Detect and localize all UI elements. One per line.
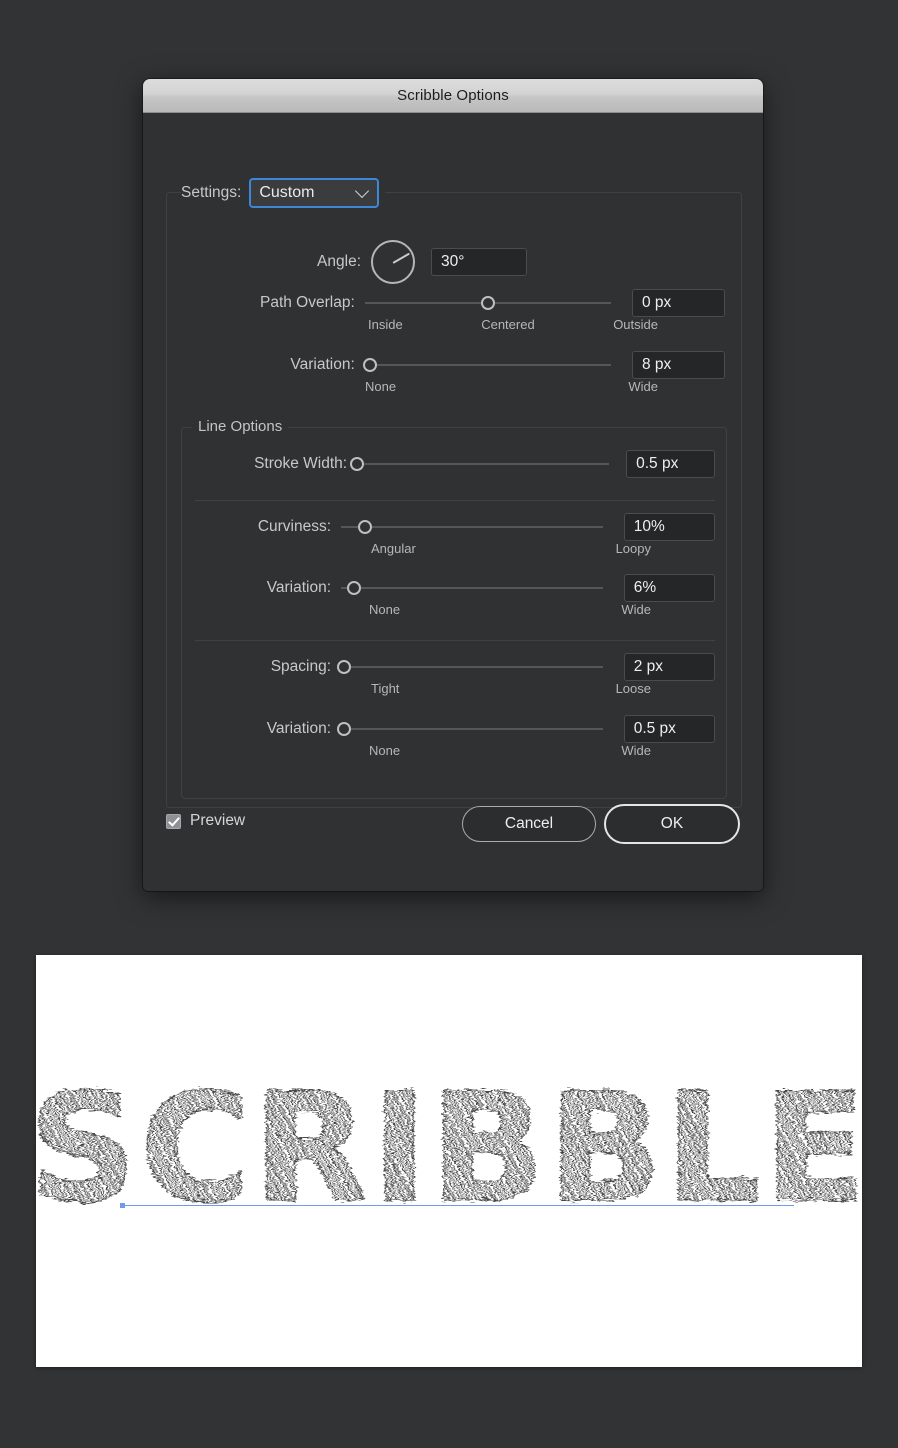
spacing-variation-ticks: None Wide: [369, 743, 651, 758]
stroke-width-value: 0.5 px: [636, 455, 679, 472]
spacing-value: 2 px: [633, 658, 664, 675]
dialog-titlebar: Scribble Options: [143, 79, 763, 113]
spacing-label: Spacing:: [270, 658, 332, 675]
slider-handle[interactable]: [362, 358, 377, 372]
slider-handle[interactable]: [480, 296, 495, 310]
line-options-title: Line Options: [192, 418, 289, 435]
path-overlap-variation-ticks: None Wide: [365, 379, 658, 394]
artwork-canvas[interactable]: SCRIBBLE SCRIBBLE: [36, 955, 862, 1367]
curviness-input[interactable]: 10%: [623, 513, 715, 541]
spacing-variation-value: 0.5 px: [633, 720, 676, 737]
tick-none: None: [369, 743, 401, 758]
tick-wide: Wide: [621, 602, 651, 617]
slider-handle[interactable]: [336, 660, 351, 674]
scribble-options-dialog: Scribble Options Settings: Custom Angle:: [143, 79, 763, 891]
curviness-value: 10%: [633, 518, 665, 535]
spacing-row: Spacing: 2 px: [195, 653, 715, 681]
tick-angular: Angular: [371, 541, 416, 556]
angle-value: 30°: [441, 253, 465, 270]
slider-handle[interactable]: [357, 520, 372, 534]
angle-row: Angle: 30°: [181, 239, 527, 285]
path-overlap-value: 0 px: [641, 294, 672, 311]
preview-checkbox[interactable]: [166, 813, 181, 829]
settings-row: Settings: Custom: [181, 178, 386, 208]
curviness-row: Curviness: 10%: [195, 513, 715, 541]
slider-track: [357, 463, 610, 465]
tick-inside: Inside: [368, 317, 403, 332]
curviness-variation-slider[interactable]: [341, 579, 603, 597]
slider-track: [341, 587, 603, 589]
slider-track: [341, 526, 603, 528]
divider-2: [195, 640, 715, 641]
slider-track: [364, 364, 611, 366]
spacing-variation-row: Variation: 0.5 px: [195, 715, 715, 743]
scribble-artwork: SCRIBBLE SCRIBBLE: [36, 1061, 862, 1236]
angle-dial-icon[interactable]: [371, 240, 415, 284]
text-path-baseline: [120, 1203, 794, 1208]
curviness-slider[interactable]: [341, 518, 603, 536]
svg-text:SCRIBBLE: SCRIBBLE: [36, 1062, 862, 1236]
tick-centered: Centered: [481, 317, 535, 332]
angle-label: Angle:: [317, 253, 361, 270]
tick-tight: Tight: [371, 681, 400, 696]
path-overlap-ticks: Inside Centered Outside: [368, 317, 658, 332]
slider-handle[interactable]: [350, 457, 365, 471]
slider-track: [341, 666, 603, 668]
preview-label: Preview: [190, 812, 246, 829]
slider-handle[interactable]: [336, 722, 351, 736]
curviness-variation-label: Variation:: [266, 579, 332, 596]
path-overlap-label: Path Overlap:: [259, 294, 355, 311]
path-overlap-variation-value: 8 px: [641, 356, 672, 373]
preview-checkbox-group[interactable]: Preview: [166, 812, 245, 830]
spacing-variation-label: Variation:: [266, 720, 332, 737]
settings-select-value: Custom: [259, 184, 315, 201]
spacing-variation-slider[interactable]: [336, 720, 603, 738]
path-overlap-variation-slider[interactable]: [362, 356, 611, 374]
curviness-variation-row: Variation: 6%: [195, 574, 715, 602]
path-overlap-slider[interactable]: [364, 294, 611, 312]
stroke-width-input[interactable]: 0.5 px: [626, 450, 715, 478]
tick-wide: Wide: [628, 379, 658, 394]
curviness-ticks: Angular Loopy: [371, 541, 651, 556]
cancel-button[interactable]: Cancel: [462, 806, 596, 842]
tick-none: None: [365, 379, 397, 394]
path-overlap-variation-label: Variation:: [290, 356, 355, 373]
curviness-variation-ticks: None Wide: [369, 602, 651, 617]
dialog-body: Settings: Custom Angle: 30° Path Overlap…: [143, 113, 763, 891]
spacing-slider[interactable]: [336, 658, 603, 676]
ok-button[interactable]: OK: [604, 804, 740, 844]
curviness-variation-input[interactable]: 6%: [623, 574, 715, 602]
slider-track: [341, 728, 603, 730]
path-overlap-variation-input[interactable]: 8 px: [631, 351, 725, 379]
tick-outside: Outside: [613, 317, 658, 332]
divider-1: [195, 500, 715, 501]
spacing-ticks: Tight Loose: [371, 681, 651, 696]
settings-select[interactable]: Custom: [249, 178, 380, 208]
angle-input[interactable]: 30°: [431, 248, 527, 276]
spacing-variation-input[interactable]: 0.5 px: [623, 715, 715, 743]
tick-loose: Loose: [615, 681, 651, 696]
curviness-variation-value: 6%: [633, 579, 657, 596]
tick-wide: Wide: [621, 743, 651, 758]
settings-label: Settings:: [181, 184, 242, 201]
curviness-label: Curviness:: [257, 518, 332, 535]
tick-loopy: Loopy: [615, 541, 651, 556]
path-overlap-input[interactable]: 0 px: [631, 289, 725, 317]
slider-handle[interactable]: [347, 581, 362, 595]
stroke-width-slider[interactable]: [350, 455, 610, 473]
stroke-width-label: Stroke Width:: [254, 455, 348, 472]
path-overlap-variation-row: Variation: 8 px: [181, 351, 725, 379]
dialog-title: Scribble Options: [397, 87, 509, 104]
tick-none: None: [369, 602, 401, 617]
chevron-down-icon: [355, 183, 370, 199]
scribble-text-glyphs: SCRIBBLE SCRIBBLE: [36, 1061, 862, 1236]
path-overlap-row: Path Overlap: 0 px: [181, 289, 725, 317]
screen: Scribble Options Settings: Custom Angle:: [0, 0, 898, 1448]
angle-dial-needle: [392, 252, 410, 264]
spacing-input[interactable]: 2 px: [623, 653, 715, 681]
stroke-width-row: Stroke Width: 0.5 px: [195, 450, 715, 478]
